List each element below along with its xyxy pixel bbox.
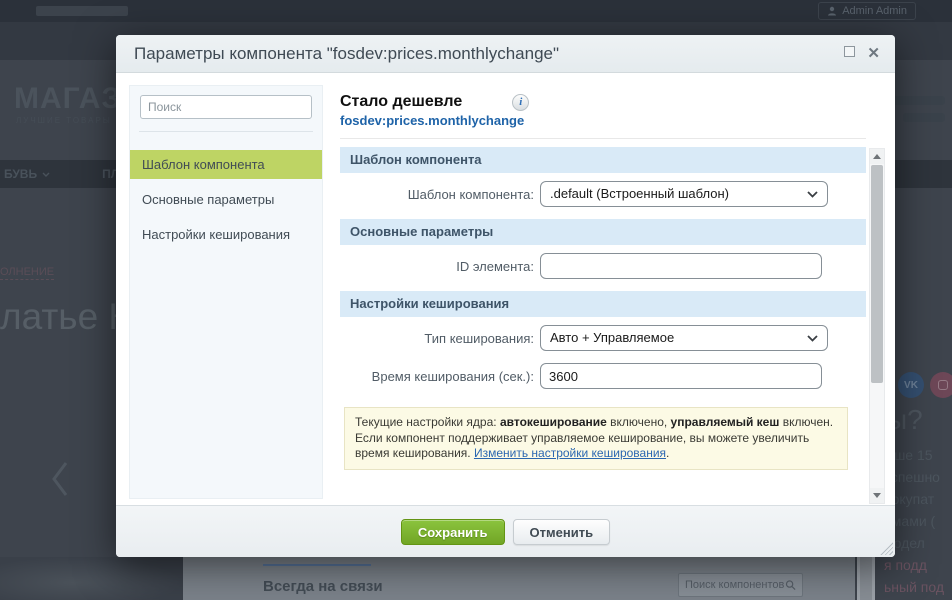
dialog-body: Шаблон компонента Основные параметры Нас… bbox=[116, 73, 895, 505]
carousel-prev-icon bbox=[50, 460, 70, 503]
cache-notice: Текущие настройки ядра: автокеширование … bbox=[344, 407, 848, 470]
dialog-main: Стало дешевле i fosdev:prices.monthlycha… bbox=[340, 73, 866, 505]
notice-bold: управляемый кеш bbox=[671, 415, 780, 429]
section-template-header: Шаблон компонента bbox=[340, 147, 866, 173]
dialog-footer: Сохранить Отменить bbox=[116, 505, 895, 557]
product-title-fragment: латье К bbox=[0, 296, 130, 338]
vk-icon: VK bbox=[898, 372, 924, 398]
notice-bold: автокеширование bbox=[500, 415, 607, 429]
shop-logo: МАГАЗ bbox=[14, 82, 121, 116]
instagram-glyph bbox=[938, 380, 948, 390]
search-icon bbox=[785, 579, 796, 591]
maximize-icon[interactable] bbox=[844, 46, 855, 57]
text-line: ьный под bbox=[884, 576, 952, 598]
tab-main-parameters[interactable]: Основные параметры bbox=[130, 185, 322, 214]
field-label: Время кеширования (сек.): bbox=[340, 369, 540, 384]
divider bbox=[340, 138, 866, 139]
section-main-params-header: Основные параметры bbox=[340, 219, 866, 245]
notice-text: . bbox=[666, 446, 669, 460]
parameter-sections: Шаблон компонента Шаблон компонента: .de… bbox=[340, 147, 866, 470]
field-row-cache-time: Время кеширования (сек.): bbox=[340, 363, 866, 389]
admin-user-button: Admin Admin bbox=[818, 2, 916, 20]
component-name: fosdev:prices.monthlychange bbox=[340, 113, 866, 128]
scroll-up-icon[interactable] bbox=[870, 149, 884, 164]
page-scrollbar bbox=[857, 557, 875, 600]
cache-type-select[interactable]: Авто + Управляемое bbox=[540, 325, 828, 351]
screen: Admin Admin МАГАЗ ЛУЧШИЕ ТОВАРЫ БУВЬ ПЛА… bbox=[0, 0, 952, 600]
resize-grip[interactable] bbox=[880, 542, 893, 555]
field-row-element-id: ID элемента: bbox=[340, 253, 866, 279]
header-contact-blur bbox=[893, 96, 945, 105]
sidebar-search-input[interactable] bbox=[140, 95, 312, 119]
tab-component-template[interactable]: Шаблон компонента bbox=[130, 150, 322, 179]
field-row-template: Шаблон компонента: .default (Встроенный … bbox=[340, 181, 866, 207]
user-icon bbox=[827, 6, 837, 16]
sidebar-divider bbox=[139, 131, 313, 132]
field-label: Шаблон компонента: bbox=[340, 187, 540, 202]
sidebar-tabs: Шаблон компонента Основные параметры Нас… bbox=[130, 150, 322, 249]
component-search-box: Поиск компонентов... bbox=[678, 573, 803, 597]
tab-cache-settings[interactable]: Настройки кеширования bbox=[130, 220, 322, 249]
breadcrumb-fragment: ОЛНЕНИЕ bbox=[0, 266, 54, 280]
component-panel: Всегда на связи Поиск компонентов... bbox=[183, 557, 855, 600]
admin-user-label: Admin Admin bbox=[842, 5, 907, 17]
template-select-value: .default (Встроенный шаблон) bbox=[550, 186, 729, 201]
component-parameters-dialog: Параметры компонента "fosdev:prices.mont… bbox=[116, 35, 895, 557]
chevron-down-icon bbox=[42, 172, 50, 177]
save-button[interactable]: Сохранить bbox=[401, 519, 505, 545]
dialog-scrollbar bbox=[869, 148, 885, 504]
shop-logo-subtitle: ЛУЧШИЕ ТОВАРЫ bbox=[16, 116, 112, 125]
section-cache-header: Настройки кеширования bbox=[340, 291, 866, 317]
close-icon[interactable]: ✕ bbox=[867, 46, 880, 61]
dialog-title: Параметры компонента "fosdev:prices.mont… bbox=[134, 44, 559, 64]
field-label: Тип кеширования: bbox=[340, 331, 540, 346]
info-icon[interactable]: i bbox=[512, 94, 529, 111]
product-photo bbox=[0, 557, 183, 600]
component-search-placeholder: Поиск компонентов... bbox=[685, 579, 785, 591]
dialog-sidebar: Шаблон компонента Основные параметры Нас… bbox=[129, 85, 323, 499]
scroll-down-icon[interactable] bbox=[870, 488, 884, 503]
component-title: Стало дешевле bbox=[340, 93, 462, 111]
notice-text: включено, bbox=[607, 415, 671, 429]
dimmed-link bbox=[263, 559, 371, 566]
cache-time-input[interactable] bbox=[540, 363, 822, 389]
field-row-cache-type: Тип кеширования: Авто + Управляемое bbox=[340, 325, 866, 351]
cancel-button[interactable]: Отменить bbox=[513, 519, 611, 545]
notice-text: Текущие настройки ядра: bbox=[355, 415, 500, 429]
field-label: ID элемента: bbox=[340, 259, 540, 274]
dialog-titlebar: Параметры компонента "fosdev:prices.mont… bbox=[116, 35, 895, 73]
text-line: я подд bbox=[884, 554, 952, 576]
element-id-input[interactable] bbox=[540, 253, 822, 279]
always-in-touch-label: Всегда на связи bbox=[263, 578, 383, 595]
scrollbar-thumb[interactable] bbox=[871, 165, 883, 383]
nav-item-label: БУВЬ bbox=[4, 167, 37, 181]
nav-item-shoes: БУВЬ bbox=[4, 167, 50, 181]
chevron-down-icon bbox=[807, 335, 818, 342]
template-select[interactable]: .default (Встроенный шаблон) bbox=[540, 181, 828, 207]
cache-type-select-value: Авто + Управляемое bbox=[550, 330, 674, 345]
instagram-icon bbox=[930, 372, 952, 398]
topbar-left-label bbox=[36, 6, 128, 16]
change-cache-settings-link[interactable]: Изменить настройки кеширования bbox=[474, 446, 666, 460]
header-contact-blur bbox=[903, 113, 945, 122]
admin-topbar: Admin Admin bbox=[0, 0, 952, 22]
chevron-down-icon bbox=[807, 191, 818, 198]
